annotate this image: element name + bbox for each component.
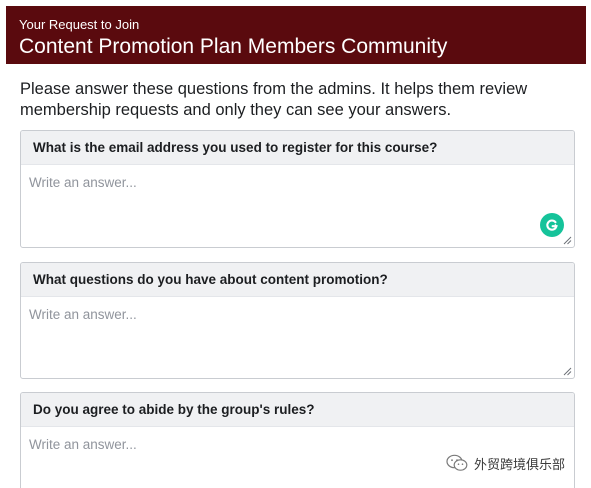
resize-handle-icon[interactable] [563,236,572,245]
question-card: What questions do you have about content… [20,262,575,379]
grammarly-icon[interactable] [540,213,564,237]
wechat-icon [446,454,468,471]
intro-text: Please answer these questions from the a… [20,80,528,119]
question-card: What is the email address you used to re… [20,130,575,248]
watermark: 外贸跨境俱乐部 [442,451,570,475]
group-title: Content Promotion Plan Members Community [19,35,448,58]
join-request-page: Your Request to Join Content Promotion P… [0,0,591,488]
question-label: What questions do you have about content… [21,263,574,297]
answer-input[interactable] [29,307,566,368]
header-subtitle: Your Request to Join [19,17,140,32]
dialog-header: Your Request to Join Content Promotion P… [6,6,586,64]
watermark-text: 外贸跨境俱乐部 [474,456,566,472]
question-label: Do you agree to abide by the group's rul… [21,393,574,427]
answer-input[interactable] [29,175,566,237]
answer-area [21,297,574,378]
resize-handle-icon[interactable] [563,367,572,376]
answer-area [21,165,574,247]
question-label: What is the email address you used to re… [21,131,574,165]
